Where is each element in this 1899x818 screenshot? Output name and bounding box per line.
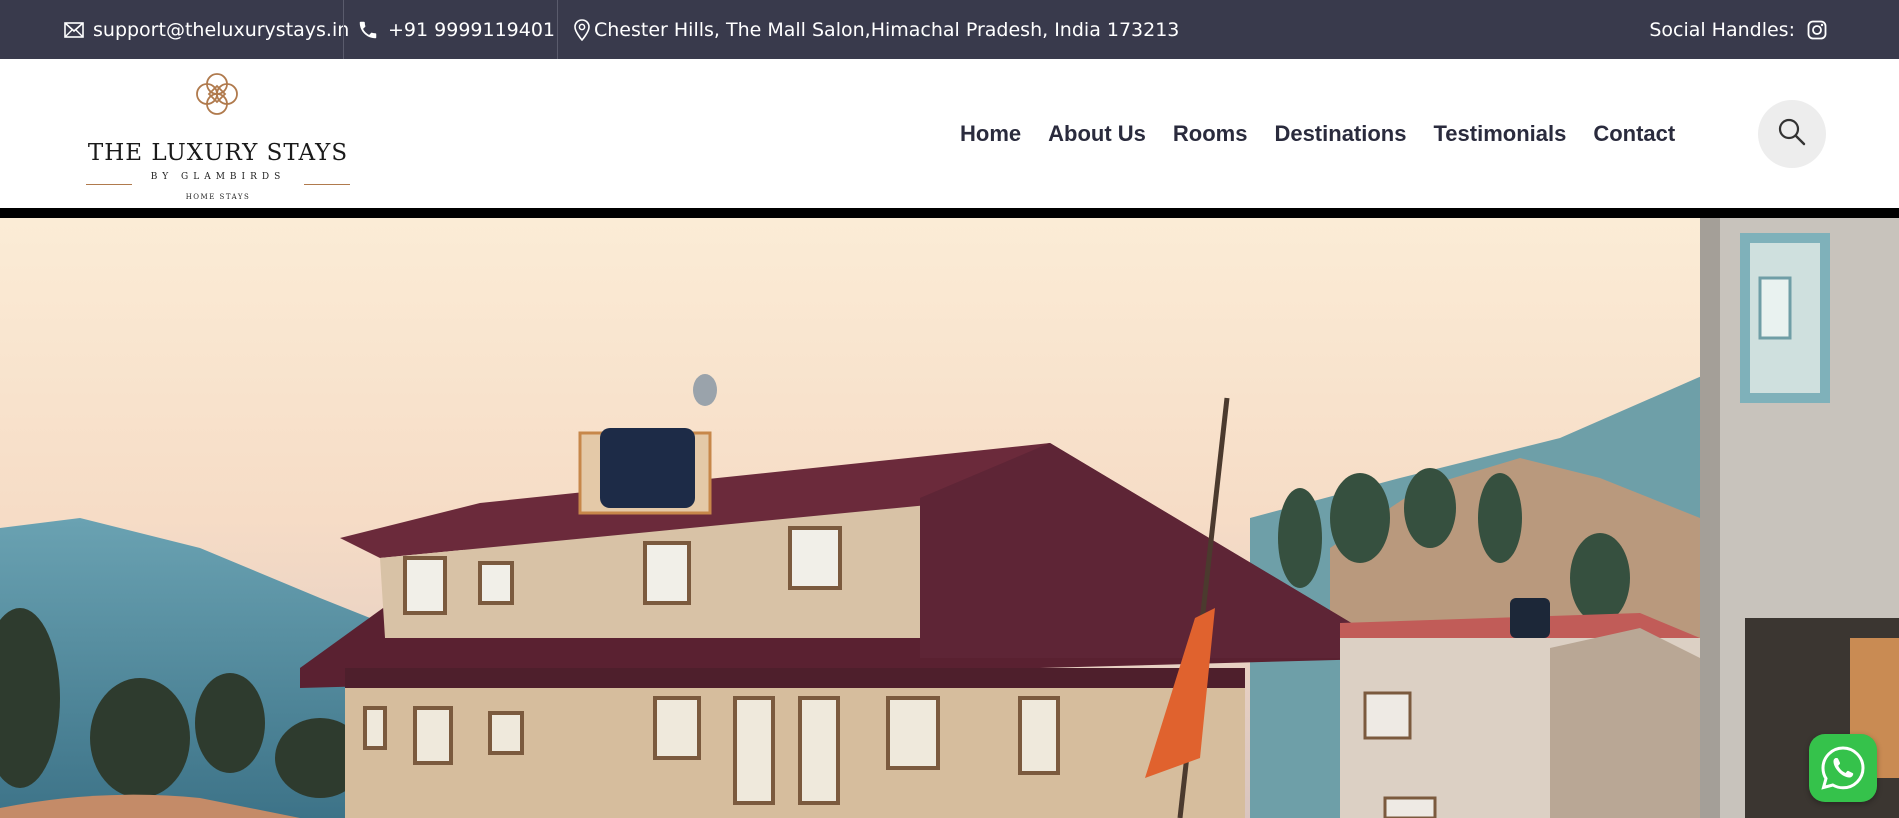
nav-home[interactable]: Home [960, 121, 1021, 147]
social-handles-label: Social Handles: [1649, 18, 1795, 41]
contact-email[interactable]: support@theluxurystays.in [64, 0, 349, 59]
header-divider-band [0, 208, 1899, 218]
map-pin-icon [574, 18, 590, 41]
top-info-bar: support@theluxurystays.in +91 9999119401… [0, 0, 1899, 59]
logo-subtitle: BY GLAMBIRDS [150, 172, 286, 182]
contact-address: Chester Hills, The Mall Salon,Himachal P… [574, 0, 1179, 59]
hero-banner [0, 218, 1899, 818]
topbar-divider [343, 0, 344, 59]
whatsapp-chat-button[interactable] [1809, 734, 1877, 802]
site-logo[interactable]: THE LUXURY STAYS BY GLAMBIRDS HOME STAYS [82, 70, 354, 201]
search-icon [1777, 117, 1807, 151]
search-button[interactable] [1758, 100, 1826, 168]
main-nav: Home About Us Rooms Destinations Testimo… [960, 59, 1675, 208]
phone-icon [357, 19, 379, 41]
nav-contact[interactable]: Contact [1593, 121, 1675, 147]
logo-tagline: HOME STAYS [185, 193, 251, 201]
logo-emblem-icon [194, 71, 240, 121]
nav-destinations[interactable]: Destinations [1274, 121, 1406, 147]
topbar-divider [557, 0, 558, 59]
nav-rooms[interactable]: Rooms [1173, 121, 1248, 147]
whatsapp-icon [1819, 744, 1867, 792]
social-handles: Social Handles: [1649, 0, 1827, 59]
contact-email-text: support@theluxurystays.in [93, 18, 350, 41]
instagram-icon[interactable] [1807, 20, 1827, 40]
logo-title: THE LUXURY STAYS [87, 140, 349, 166]
mail-icon [64, 21, 84, 38]
nav-about-us[interactable]: About Us [1048, 121, 1146, 147]
logo-divider [304, 184, 350, 185]
site-header: THE LUXURY STAYS BY GLAMBIRDS HOME STAYS… [0, 59, 1899, 208]
nav-testimonials[interactable]: Testimonials [1433, 121, 1566, 147]
hero-image [0, 218, 1899, 818]
contact-address-text: Chester Hills, The Mall Salon,Himachal P… [594, 18, 1180, 41]
contact-phone[interactable]: +91 9999119401 [357, 0, 555, 59]
contact-phone-text: +91 9999119401 [388, 18, 556, 41]
logo-divider [86, 184, 132, 185]
